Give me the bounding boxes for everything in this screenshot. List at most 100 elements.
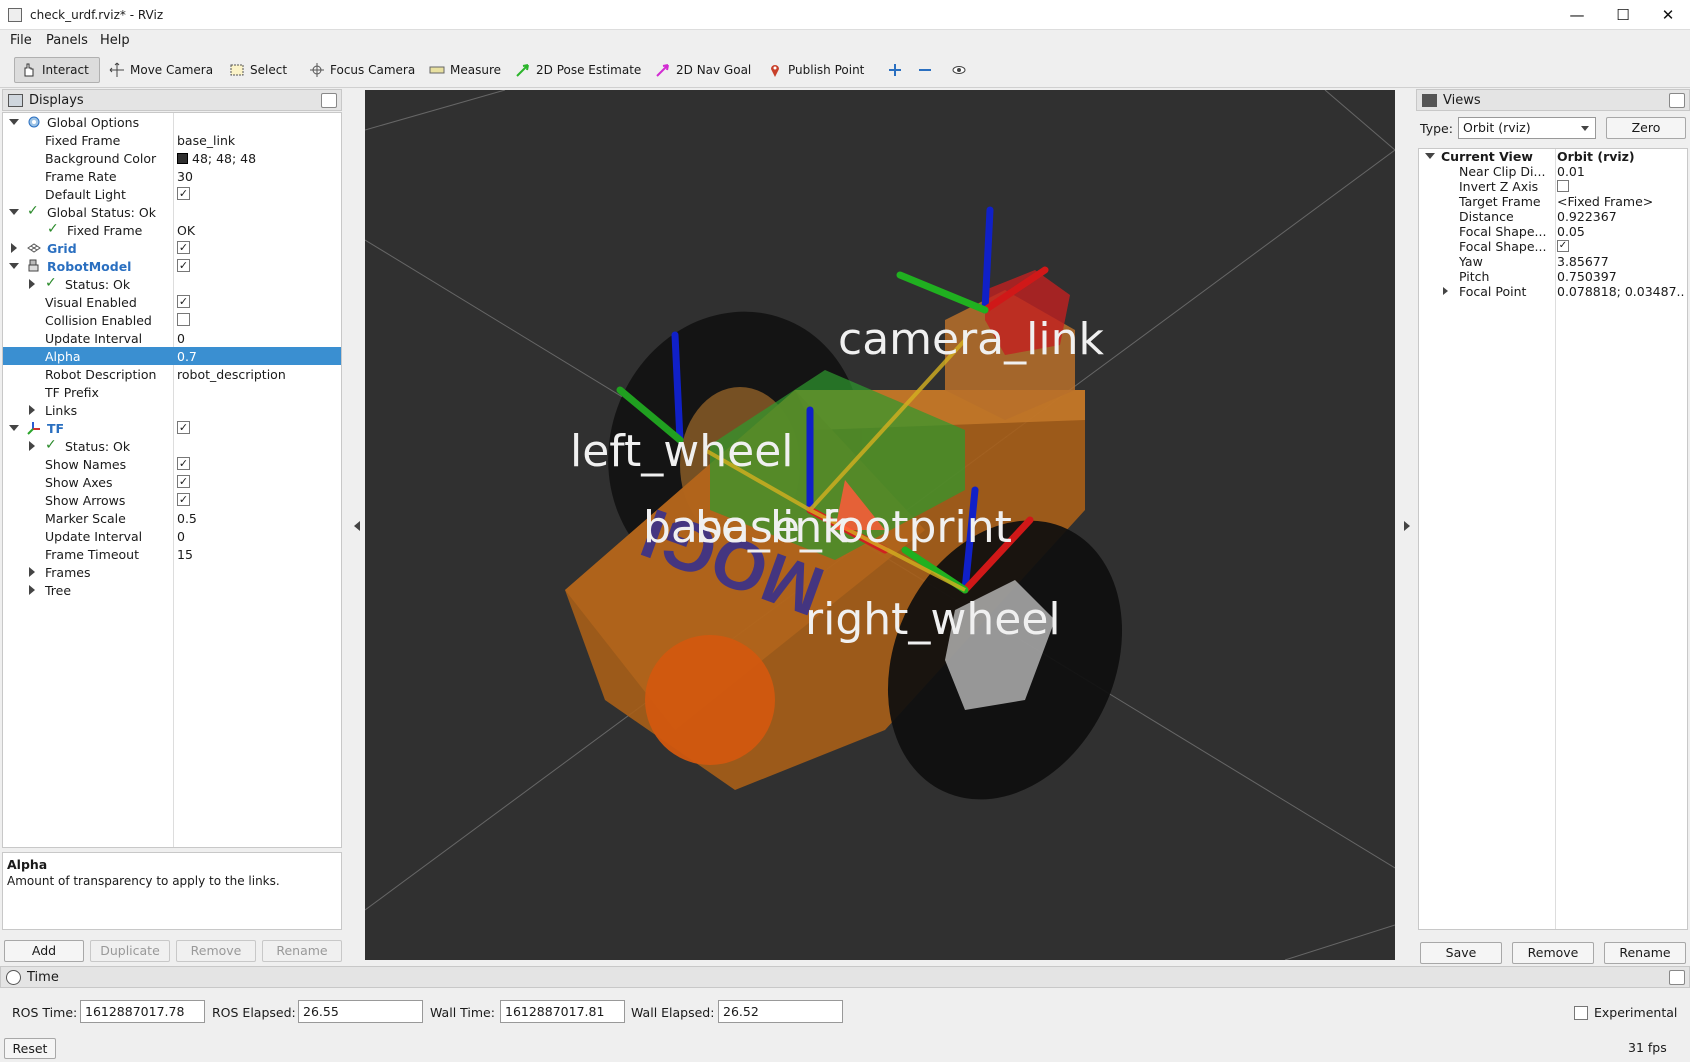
views-row[interactable]: Target Frame <Fixed Frame> bbox=[1419, 194, 1687, 209]
views-row[interactable]: Pitch 0.750397 bbox=[1419, 269, 1687, 284]
rename-view-button[interactable]: Rename bbox=[1604, 942, 1686, 964]
focal-shape-fixed-checkbox[interactable]: ✓ bbox=[1557, 240, 1569, 252]
tree-row-default-light[interactable]: Default Light ✓ bbox=[3, 185, 341, 203]
tree-row-tf-prefix[interactable]: TF Prefix bbox=[3, 383, 341, 401]
pose-estimate-tool-button[interactable]: 2D Pose Estimate bbox=[508, 57, 648, 83]
show-axes-checkbox[interactable]: ✓ bbox=[177, 475, 190, 488]
frame-timeout-value[interactable]: 15 bbox=[177, 547, 193, 562]
displays-tree[interactable]: Global Options Fixed Frame base_link Bac… bbox=[2, 112, 342, 848]
tf-checkbox[interactable]: ✓ bbox=[177, 421, 190, 434]
tree-row-fixed-frame[interactable]: Fixed Frame base_link bbox=[3, 131, 341, 149]
save-view-button[interactable]: Save bbox=[1420, 942, 1502, 964]
views-row[interactable]: Distance 0.922367 bbox=[1419, 209, 1687, 224]
visual-enabled-checkbox[interactable]: ✓ bbox=[177, 295, 190, 308]
tree-row-tf-status[interactable]: ✓ Status: Ok bbox=[3, 437, 341, 455]
tree-row-update-interval[interactable]: Update Interval 0 bbox=[3, 329, 341, 347]
focal-shape-size-value[interactable]: 0.05 bbox=[1557, 224, 1685, 239]
remove-view-button[interactable]: Remove bbox=[1512, 942, 1594, 964]
marker-scale-value[interactable]: 0.5 bbox=[177, 511, 197, 526]
invert-z-checkbox[interactable] bbox=[1557, 180, 1569, 192]
show-names-checkbox[interactable]: ✓ bbox=[177, 457, 190, 470]
collapse-left-icon[interactable] bbox=[354, 521, 360, 531]
tree-row-visual-enabled[interactable]: Visual Enabled ✓ bbox=[3, 293, 341, 311]
menu-file[interactable]: File bbox=[10, 33, 32, 48]
select-tool-button[interactable]: Select bbox=[222, 57, 294, 83]
tree-row-background-color[interactable]: Background Color 48; 48; 48 bbox=[3, 149, 341, 167]
tree-row-show-axes[interactable]: Show Axes ✓ bbox=[3, 473, 341, 491]
fixed-frame-value[interactable]: base_link bbox=[177, 133, 235, 148]
remove-tool-button[interactable] bbox=[910, 57, 940, 83]
robot-description-value[interactable]: robot_description bbox=[177, 367, 286, 382]
measure-tool-button[interactable]: Measure bbox=[422, 57, 508, 83]
views-row[interactable]: Near Clip Di... 0.01 bbox=[1419, 164, 1687, 179]
undock-button[interactable] bbox=[321, 93, 337, 108]
collision-enabled-checkbox[interactable] bbox=[177, 313, 190, 326]
wall-time-field[interactable]: 1612887017.81 bbox=[500, 1000, 625, 1023]
time-undock-button[interactable] bbox=[1669, 970, 1685, 985]
remove-display-button[interactable]: Remove bbox=[176, 940, 256, 962]
duplicate-display-button[interactable]: Duplicate bbox=[90, 940, 170, 962]
views-row[interactable]: Focal Point 0.078818; 0.03487... bbox=[1419, 284, 1687, 299]
tree-row-robotmodel[interactable]: RobotModel ✓ bbox=[3, 257, 341, 275]
tree-row-grid[interactable]: Grid ✓ bbox=[3, 239, 341, 257]
views-row[interactable]: Focal Shape... 0.05 bbox=[1419, 224, 1687, 239]
minimize-icon[interactable]: — bbox=[1554, 0, 1600, 30]
yaw-value[interactable]: 3.85677 bbox=[1557, 254, 1685, 269]
tf-update-interval-value[interactable]: 0 bbox=[177, 529, 185, 544]
tree-row-tf-update-interval[interactable]: Update Interval 0 bbox=[3, 527, 341, 545]
pitch-value[interactable]: 0.750397 bbox=[1557, 269, 1685, 284]
tree-row-marker-scale[interactable]: Marker Scale 0.5 bbox=[3, 509, 341, 527]
add-tool-button[interactable] bbox=[880, 57, 906, 83]
tree-row-collision-enabled[interactable]: Collision Enabled bbox=[3, 311, 341, 329]
move-camera-tool-button[interactable]: Move Camera bbox=[102, 57, 220, 83]
alpha-value[interactable]: 0.7 bbox=[177, 349, 197, 364]
tree-row-show-names[interactable]: Show Names ✓ bbox=[3, 455, 341, 473]
zero-button[interactable]: Zero bbox=[1606, 117, 1686, 139]
reset-button[interactable]: Reset bbox=[4, 1038, 56, 1059]
tree-row-tree[interactable]: Tree bbox=[3, 581, 341, 599]
robotmodel-checkbox[interactable]: ✓ bbox=[177, 259, 190, 272]
views-tree[interactable]: Current View Orbit (rviz) Near Clip Di..… bbox=[1418, 148, 1688, 930]
collapse-right-icon[interactable] bbox=[1404, 521, 1410, 531]
views-row[interactable]: Invert Z Axis bbox=[1419, 179, 1687, 194]
menu-help[interactable]: Help bbox=[100, 33, 130, 48]
tree-row-global-options[interactable]: Global Options bbox=[3, 113, 341, 131]
tree-row-tf[interactable]: TF ✓ bbox=[3, 419, 341, 437]
maximize-icon[interactable]: ☐ bbox=[1600, 0, 1646, 30]
tree-row-robotmodel-status[interactable]: ✓ Status: Ok bbox=[3, 275, 341, 293]
target-frame-value[interactable]: <Fixed Frame> bbox=[1557, 194, 1685, 209]
render-viewport[interactable]: MOGI camera_link left_wheel base_link ba… bbox=[365, 90, 1395, 960]
ros-elapsed-field[interactable]: 26.55 bbox=[298, 1000, 423, 1023]
tree-row-frame-rate[interactable]: Frame Rate 30 bbox=[3, 167, 341, 185]
show-arrows-checkbox[interactable]: ✓ bbox=[177, 493, 190, 506]
tree-row-frames[interactable]: Frames bbox=[3, 563, 341, 581]
interact-tool-button[interactable]: Interact bbox=[14, 57, 100, 83]
experimental-checkbox[interactable] bbox=[1574, 1006, 1588, 1020]
tree-row-robot-description[interactable]: Robot Description robot_description bbox=[3, 365, 341, 383]
near-clip-value[interactable]: 0.01 bbox=[1557, 164, 1685, 179]
tree-row-frame-timeout[interactable]: Frame Timeout 15 bbox=[3, 545, 341, 563]
tool-properties-button[interactable] bbox=[944, 57, 974, 83]
focus-camera-tool-button[interactable]: Focus Camera bbox=[302, 57, 422, 83]
distance-value[interactable]: 0.922367 bbox=[1557, 209, 1685, 224]
update-interval-value[interactable]: 0 bbox=[177, 331, 185, 346]
views-row[interactable]: Focal Shape... ✓ bbox=[1419, 239, 1687, 254]
wall-elapsed-field[interactable]: 26.52 bbox=[718, 1000, 843, 1023]
frame-rate-value[interactable]: 30 bbox=[177, 169, 193, 184]
publish-point-tool-button[interactable]: Publish Point bbox=[760, 57, 871, 83]
rename-display-button[interactable]: Rename bbox=[262, 940, 342, 962]
tree-row-alpha[interactable]: Alpha 0.7 bbox=[3, 347, 341, 365]
views-undock-button[interactable] bbox=[1669, 93, 1685, 108]
default-light-checkbox[interactable]: ✓ bbox=[177, 187, 190, 200]
tree-row-global-status[interactable]: ✓ Global Status: Ok bbox=[3, 203, 341, 221]
current-view-row[interactable]: Current View Orbit (rviz) bbox=[1419, 149, 1687, 164]
view-type-select[interactable]: Orbit (rviz) bbox=[1458, 117, 1596, 139]
tree-row-links[interactable]: Links bbox=[3, 401, 341, 419]
nav-goal-tool-button[interactable]: 2D Nav Goal bbox=[648, 57, 758, 83]
tree-row-fixed-frame-status[interactable]: ✓ Fixed Frame OK bbox=[3, 221, 341, 239]
focal-point-value[interactable]: 0.078818; 0.03487... bbox=[1557, 284, 1685, 299]
add-display-button[interactable]: Add bbox=[4, 940, 84, 962]
ros-time-field[interactable]: 1612887017.78 bbox=[80, 1000, 205, 1023]
tree-row-show-arrows[interactable]: Show Arrows ✓ bbox=[3, 491, 341, 509]
close-icon[interactable]: ✕ bbox=[1645, 0, 1690, 30]
